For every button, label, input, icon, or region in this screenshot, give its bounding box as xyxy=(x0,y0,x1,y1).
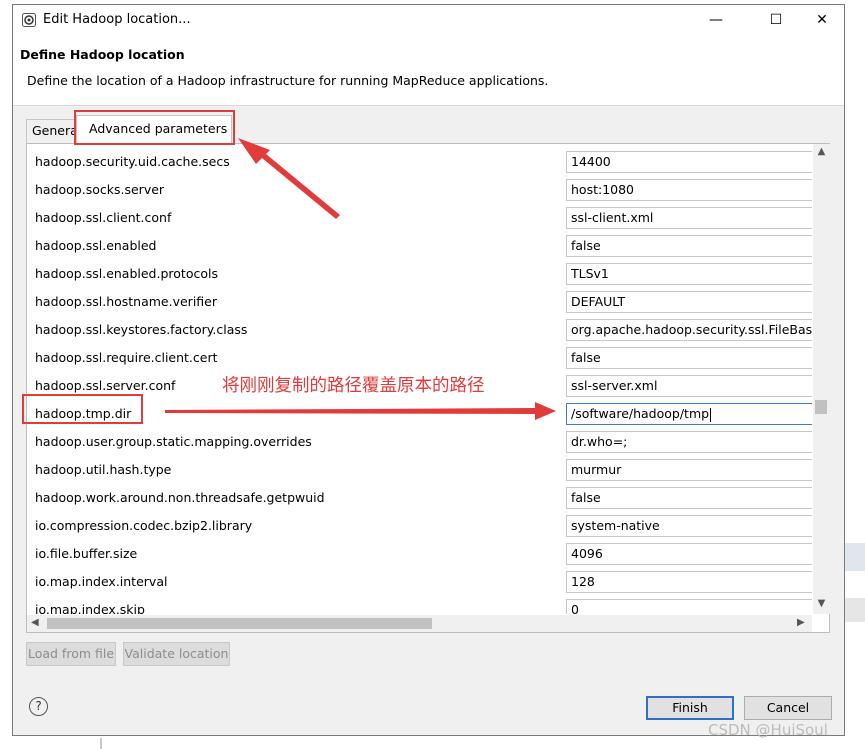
annotation-text: 将刚刚复制的路径覆盖原本的路径 xyxy=(222,376,485,396)
parameter-value-field[interactable]: 0 xyxy=(566,599,812,614)
finish-button[interactable]: Finish xyxy=(646,696,734,720)
parameter-value-field[interactable]: false xyxy=(566,347,812,369)
table-row[interactable]: hadoop.ssl.enabled false xyxy=(27,232,812,260)
parameter-key: hadoop.work.around.non.threadsafe.getpwu… xyxy=(35,490,325,505)
load-from-file-button[interactable]: Load from file xyxy=(26,642,116,666)
table-row[interactable]: io.compression.codec.bzip2.library system… xyxy=(27,512,812,540)
parameter-value-field[interactable]: DEFAULT xyxy=(566,291,812,313)
horizontal-scrollbar[interactable]: ◀ ▶ xyxy=(27,615,812,632)
parameter-value: false xyxy=(571,490,601,505)
background-row-stripe xyxy=(845,598,865,622)
parameter-value-field[interactable]: 14400 xyxy=(566,151,812,173)
minimize-button[interactable]: — xyxy=(693,5,739,35)
table-row[interactable]: io.map.index.interval 128 xyxy=(27,568,812,596)
parameter-value-field[interactable]: ssl-server.xml xyxy=(566,375,812,397)
parameter-key: hadoop.util.hash.type xyxy=(35,462,172,477)
table-row[interactable]: hadoop.ssl.hostname.verifier DEFAULT xyxy=(27,288,812,316)
parameter-value-field[interactable]: murmur xyxy=(566,459,812,481)
table-row[interactable]: hadoop.socks.server host:1080 xyxy=(27,176,812,204)
text-caret xyxy=(710,407,712,422)
table-row[interactable]: hadoop.ssl.client.conf ssl-client.xml xyxy=(27,204,812,232)
table-row[interactable]: hadoop.security.uid.cache.secs 14400 xyxy=(27,148,812,176)
parameter-value: ssl-server.xml xyxy=(571,378,658,393)
parameter-key: hadoop.ssl.enabled.protocols xyxy=(35,266,218,281)
annotation-box-advanced-tab xyxy=(74,110,235,145)
parameter-value-field[interactable]: org.apache.hadoop.security.ssl.FileBased… xyxy=(566,319,812,341)
table-row[interactable]: hadoop.ssl.enabled.protocols TLSv1 xyxy=(27,260,812,288)
parameter-value: dr.who=; xyxy=(571,434,628,449)
scroll-left-icon[interactable]: ◀ xyxy=(31,617,39,628)
table-row[interactable]: hadoop.work.around.non.threadsafe.getpwu… xyxy=(27,484,812,512)
parameter-value: host:1080 xyxy=(571,182,635,197)
parameter-key: io.file.buffer.size xyxy=(35,546,138,561)
parameter-value-field[interactable]: /software/hadoop/tmp xyxy=(566,403,812,425)
scroll-up-icon[interactable]: ▲ xyxy=(813,146,830,157)
table-row[interactable]: hadoop.user.group.static.mapping.overrid… xyxy=(27,428,812,456)
page-description: Define the location of a Hadoop infrastr… xyxy=(27,73,549,88)
parameter-key: hadoop.ssl.enabled xyxy=(35,238,157,253)
parameter-value: org.apache.hadoop.security.ssl.FileBased… xyxy=(571,322,812,337)
cancel-button[interactable]: Cancel xyxy=(744,696,832,720)
background-selection-stripe xyxy=(845,543,865,571)
parameter-value: ssl-client.xml xyxy=(571,210,654,225)
parameter-value-field[interactable]: 4096 xyxy=(566,543,812,565)
parameter-key: hadoop.ssl.client.conf xyxy=(35,210,172,225)
tab-general[interactable]: General xyxy=(26,119,80,143)
help-icon[interactable]: ? xyxy=(29,697,48,716)
parameter-value: 128 xyxy=(571,574,595,589)
parameter-value-field[interactable]: TLSv1 xyxy=(566,263,812,285)
parameter-value: false xyxy=(571,238,601,253)
parameter-key: hadoop.ssl.require.client.cert xyxy=(35,350,218,365)
table-row[interactable]: io.map.index.skip 0 xyxy=(27,596,812,614)
parameter-value: system-native xyxy=(571,518,660,533)
parameter-value-field[interactable]: ssl-client.xml xyxy=(566,207,812,229)
parameter-value: false xyxy=(571,350,601,365)
parameter-value: TLSv1 xyxy=(571,266,609,281)
background-window-edge xyxy=(845,0,865,749)
parameter-value-field[interactable]: false xyxy=(566,235,812,257)
vertical-scroll-thumb[interactable] xyxy=(815,400,827,414)
parameter-value: DEFAULT xyxy=(571,294,626,309)
watermark: CSDN @HuiSoul xyxy=(708,721,828,739)
eclipse-app-icon xyxy=(22,13,36,27)
parameter-value-field[interactable]: false xyxy=(566,487,812,509)
parameter-value: 0 xyxy=(571,602,579,614)
parameter-key: io.map.index.interval xyxy=(35,574,168,589)
parameter-value-field[interactable]: 128 xyxy=(566,571,812,593)
parameter-key: hadoop.ssl.keystores.factory.class xyxy=(35,322,248,337)
close-button[interactable]: ✕ xyxy=(799,5,845,35)
table-row[interactable]: hadoop.ssl.keystores.factory.class org.ap… xyxy=(27,316,812,344)
parameter-key: hadoop.socks.server xyxy=(35,182,165,197)
parameter-value: 4096 xyxy=(571,546,603,561)
horizontal-scroll-thumb[interactable] xyxy=(47,618,432,629)
maximize-button[interactable]: ☐ xyxy=(753,5,799,35)
parameter-key: hadoop.ssl.server.conf xyxy=(35,378,176,393)
table-row[interactable]: hadoop.ssl.require.client.cert false xyxy=(27,344,812,372)
background-divider xyxy=(100,738,102,749)
parameter-value-field[interactable]: system-native xyxy=(566,515,812,537)
parameter-value: murmur xyxy=(571,462,622,477)
parameter-value-field[interactable]: dr.who=; xyxy=(566,431,812,453)
parameter-key: io.compression.codec.bzip2.library xyxy=(35,518,253,533)
title-bar: Edit Hadoop location... — ☐ ✕ xyxy=(13,5,844,35)
validate-location-button[interactable]: Validate location xyxy=(123,642,230,666)
annotation-box-tmp-dir xyxy=(22,394,143,424)
parameter-key: hadoop.ssl.hostname.verifier xyxy=(35,294,218,309)
dialog-header: Define Hadoop location Define the locati… xyxy=(13,35,844,106)
parameter-value: 14400 xyxy=(571,154,611,169)
window-title: Edit Hadoop location... xyxy=(43,12,191,27)
vertical-scrollbar[interactable]: ▲ ▼ xyxy=(813,144,830,614)
parameter-key: hadoop.security.uid.cache.secs xyxy=(35,154,230,169)
parameter-value-field[interactable]: host:1080 xyxy=(566,179,812,201)
scroll-right-icon[interactable]: ▶ xyxy=(797,617,805,628)
parameter-value: /software/hadoop/tmp xyxy=(571,406,710,421)
page-title: Define Hadoop location xyxy=(20,47,185,62)
table-row[interactable]: hadoop.tmp.dir/software/hadoop/tmp xyxy=(27,400,812,428)
table-row[interactable]: io.file.buffer.size 4096 xyxy=(27,540,812,568)
scroll-down-icon[interactable]: ▼ xyxy=(813,598,830,609)
parameter-key: hadoop.user.group.static.mapping.overrid… xyxy=(35,434,312,449)
parameter-key: io.map.index.skip xyxy=(35,602,145,614)
table-row[interactable]: hadoop.util.hash.type murmur xyxy=(27,456,812,484)
